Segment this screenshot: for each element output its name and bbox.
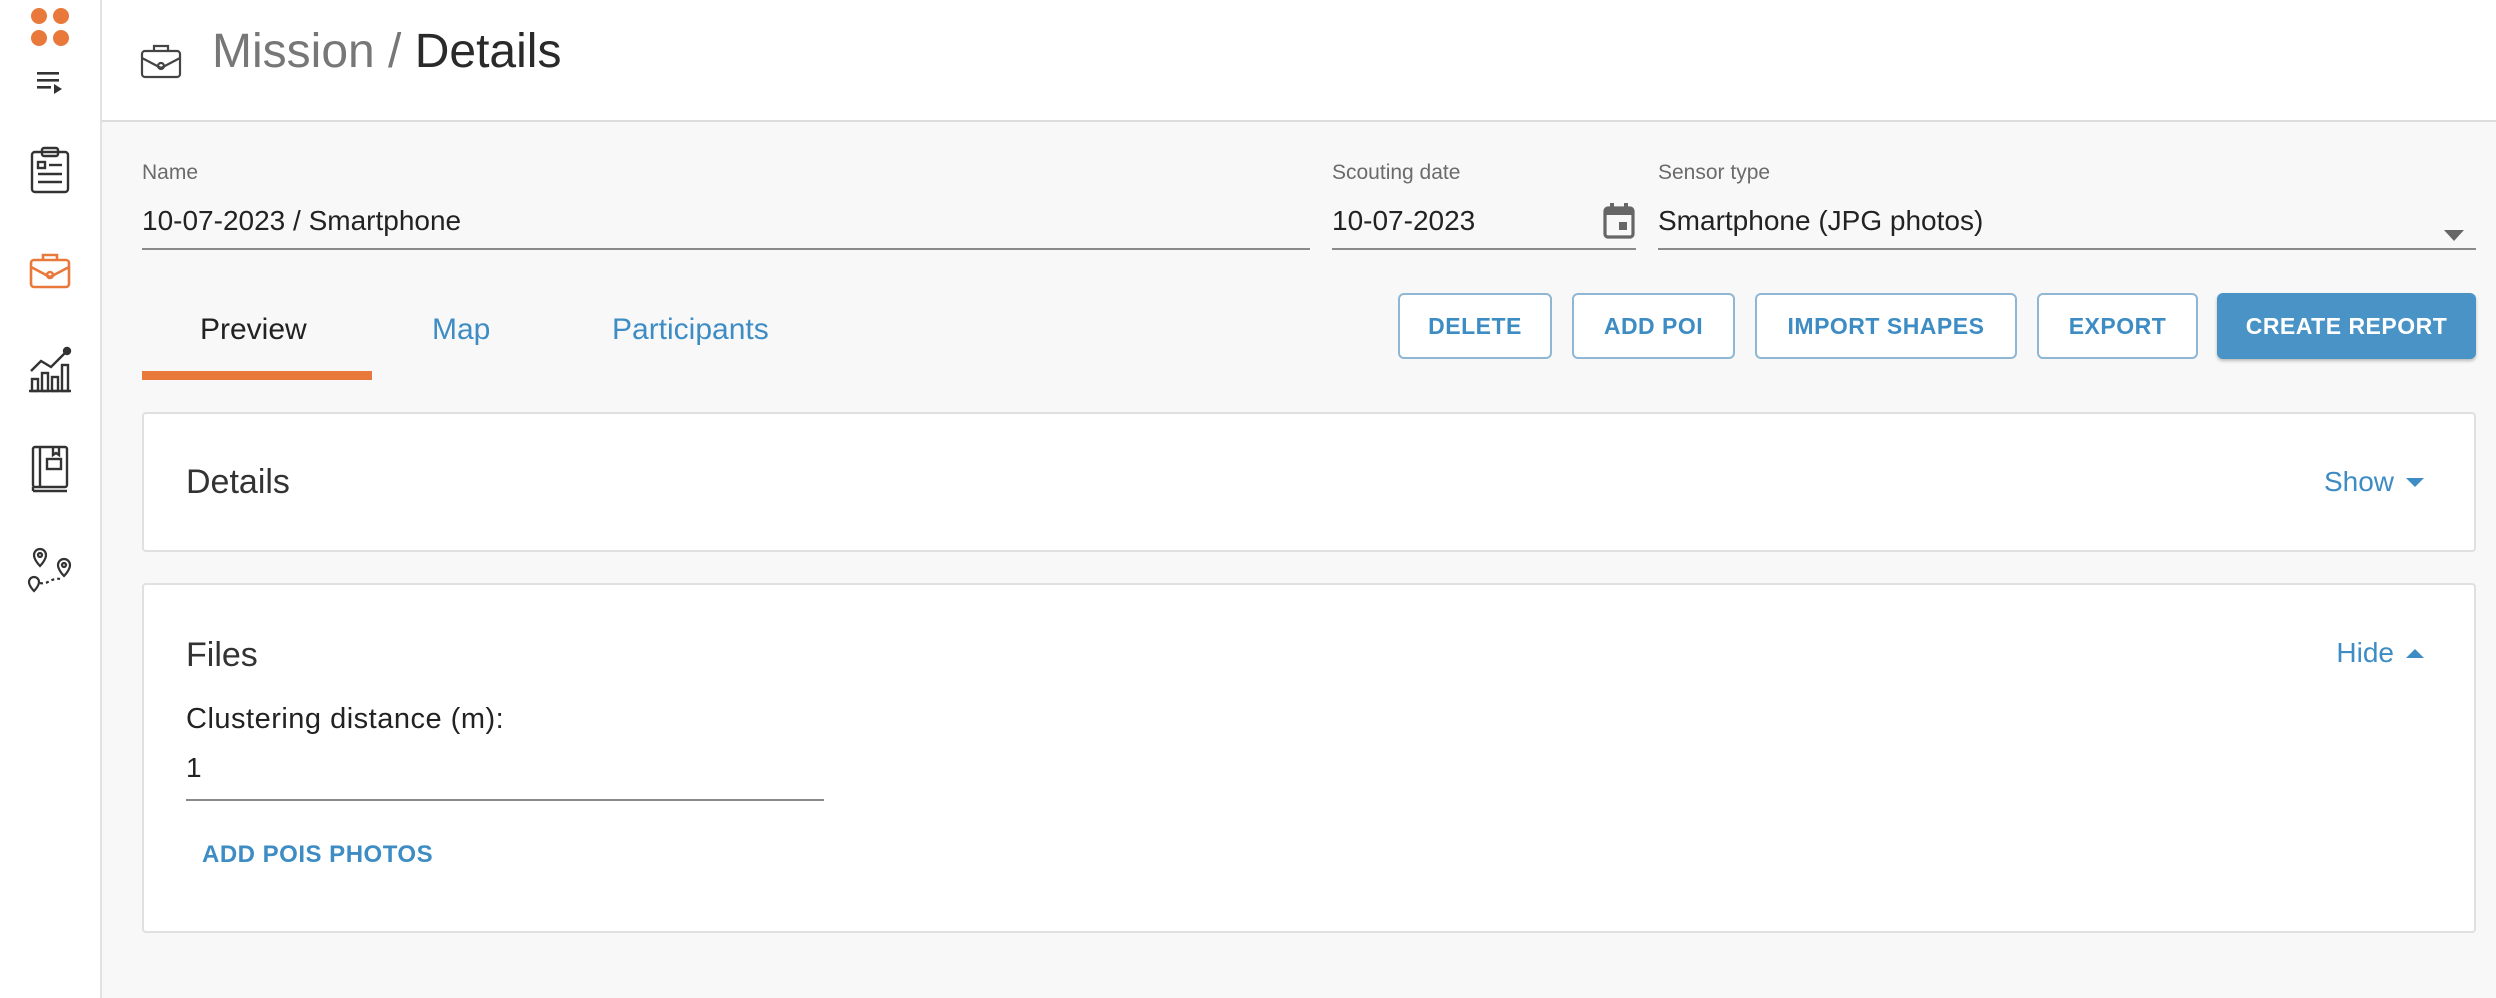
caret-up-icon: [2406, 648, 2424, 658]
sensor-type-value: Smartphone (JPG photos): [1658, 205, 1984, 236]
clustering-distance-input[interactable]: 1: [186, 751, 824, 801]
breadcrumb-parent[interactable]: Mission: [212, 25, 375, 78]
briefcase-icon[interactable]: [0, 246, 100, 294]
calendar-icon[interactable]: [1602, 202, 1636, 248]
scouting-date-input[interactable]: 10-07-2023: [1332, 202, 1636, 250]
name-label: Name: [142, 161, 199, 184]
active-tab-indicator: [142, 371, 372, 380]
tab-participants[interactable]: Participants: [612, 310, 769, 350]
page-title: Mission / Details: [212, 22, 561, 82]
files-toggle-label: Hide: [2336, 637, 2394, 668]
import-shapes-button[interactable]: IMPORT SHAPES: [1755, 293, 2017, 359]
sensor-type-field[interactable]: Sensor type Smartphone (JPG photos): [1658, 160, 2476, 250]
details-show-toggle[interactable]: Show: [2324, 464, 2424, 500]
chevron-down-icon[interactable]: [2444, 216, 2464, 250]
scouting-date-field[interactable]: Scouting date 10-07-2023: [1332, 160, 1636, 250]
breadcrumb-separator: /: [388, 25, 402, 78]
tab-map[interactable]: Map: [432, 310, 490, 350]
chart-icon[interactable]: [0, 344, 100, 394]
name-input[interactable]: 10-07-2023 / Smartphone: [142, 204, 1310, 250]
scouting-date-label: Scouting date: [1332, 161, 1461, 184]
clustering-distance-label: Clustering distance (m):: [186, 703, 505, 735]
details-card-title: Details: [186, 463, 290, 501]
menu-expand-icon[interactable]: [0, 68, 100, 98]
files-hide-toggle[interactable]: Hide: [2336, 635, 2424, 671]
page-header: Mission / Details: [102, 0, 2496, 122]
book-icon[interactable]: [0, 444, 100, 494]
sensor-type-select[interactable]: Smartphone (JPG photos): [1658, 204, 2476, 250]
create-report-button[interactable]: CREATE REPORT: [2217, 293, 2476, 359]
tab-preview[interactable]: Preview: [200, 310, 307, 350]
details-toggle-label: Show: [2323, 466, 2394, 497]
files-card-title: Files: [186, 636, 258, 674]
add-pois-photos-button[interactable]: ADD POIS PHOTOS: [202, 841, 433, 869]
breadcrumb-current: Details: [414, 25, 562, 78]
export-button[interactable]: EXPORT: [2037, 293, 2198, 359]
scouting-date-value: 10-07-2023: [1332, 205, 1476, 236]
apps-icon[interactable]: [0, 4, 100, 50]
details-card: Details Show: [142, 412, 2476, 552]
add-poi-button[interactable]: ADD POI: [1572, 293, 1735, 359]
files-card: Files Hide Clustering distance (m): 1 AD…: [142, 583, 2476, 933]
caret-down-icon: [2406, 477, 2424, 487]
clipboard-icon[interactable]: [0, 144, 100, 196]
briefcase-icon: [140, 42, 182, 85]
delete-button[interactable]: DELETE: [1398, 293, 1552, 359]
sensor-type-label: Sensor type: [1658, 161, 1771, 184]
sidebar: [0, 0, 102, 998]
route-icon[interactable]: [0, 544, 100, 594]
name-field[interactable]: Name 10-07-2023 / Smartphone: [142, 160, 1310, 250]
